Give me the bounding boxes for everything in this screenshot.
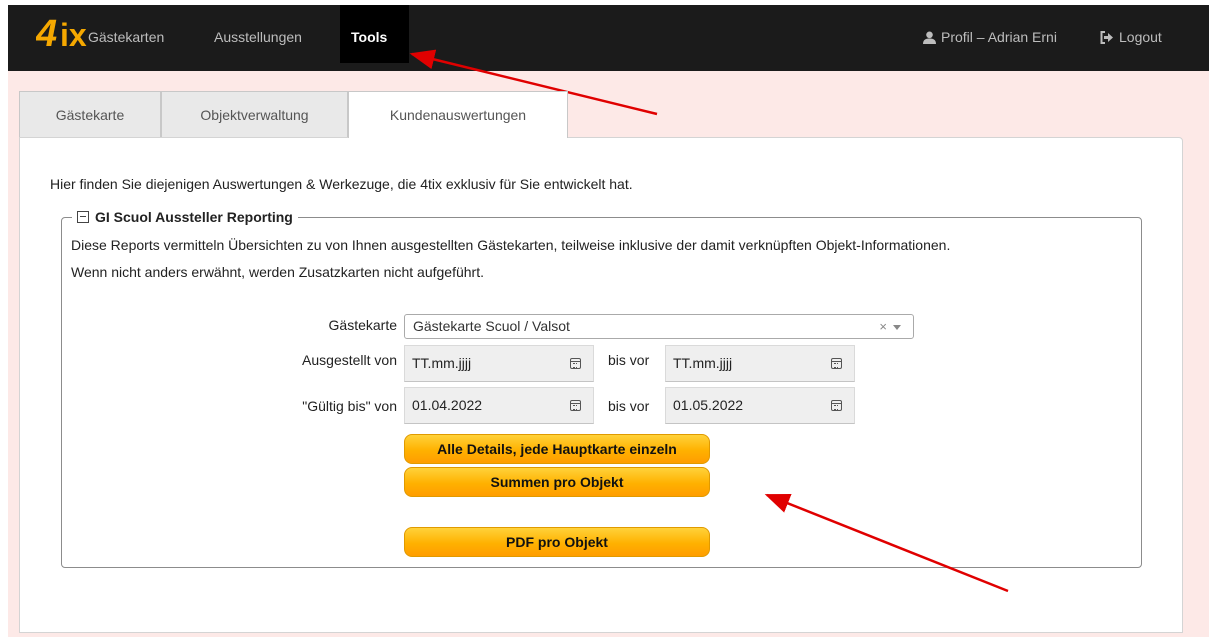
logout-link[interactable]: Logout	[1100, 25, 1162, 49]
gueltig-label: "Gültig bis" von	[302, 398, 397, 414]
gaestekarte-label: Gästekarte	[328, 317, 397, 333]
gueltig-bis-vor-label: bis vor	[608, 398, 650, 414]
details-button[interactable]: Alle Details, jede Hauptkarte einzeln	[404, 434, 710, 464]
calendar-icon[interactable]	[831, 358, 842, 369]
tab-objektverwaltung[interactable]: Objektverwaltung	[161, 91, 348, 137]
ausgestellt-from-input[interactable]: TT.mm.jjjj	[404, 345, 594, 382]
tab-gaestekarte[interactable]: Gästekarte	[19, 91, 161, 137]
gueltig-to-input[interactable]: 01.05.2022	[665, 387, 855, 424]
profile-link[interactable]: Profil – Adrian Erni	[923, 25, 1057, 49]
gueltig-from-value: 01.04.2022	[412, 397, 483, 413]
gueltig-from-input[interactable]: 01.04.2022	[404, 387, 594, 424]
logout-label: Logout	[1119, 29, 1162, 45]
profile-label: Profil – Adrian Erni	[941, 29, 1057, 45]
logout-icon	[1100, 30, 1113, 44]
clear-icon[interactable]: ×	[879, 315, 887, 338]
fieldset-legend: GI Scuol Aussteller Reporting	[72, 207, 298, 227]
nav-tools[interactable]: Tools	[340, 5, 409, 63]
ausgestellt-bis-vor-label: bis vor	[608, 352, 650, 368]
summen-button[interactable]: Summen pro Objekt	[404, 467, 710, 497]
svg-text:ix: ix	[60, 17, 87, 51]
nav-tools-label: Tools	[351, 29, 388, 45]
calendar-icon[interactable]	[570, 358, 581, 369]
section-description: Diese Reports vermitteln Übersichten zu …	[71, 237, 951, 253]
section-title: GI Scuol Aussteller Reporting	[95, 209, 293, 225]
tab-kundenauswertungen[interactable]: Kundenauswertungen	[348, 91, 568, 138]
ausgestellt-label: Ausgestellt von	[302, 352, 397, 368]
calendar-icon[interactable]	[570, 400, 581, 411]
ausgestellt-from-value: TT.mm.jjjj	[412, 355, 472, 371]
nav-ausstellungen[interactable]: Ausstellungen	[214, 25, 302, 49]
gaestekarte-value: Gästekarte Scuol / Valsot	[413, 318, 570, 334]
svg-text:4: 4	[36, 13, 57, 51]
gaestekarte-select[interactable]: Gästekarte Scuol / Valsot ×	[404, 314, 914, 339]
collapse-icon[interactable]	[77, 211, 89, 223]
ausgestellt-to-value: TT.mm.jjjj	[673, 355, 733, 371]
intro-text: Hier finden Sie diejenigen Auswertungen …	[50, 176, 633, 192]
top-navbar: 4 ix Gästekarten Ausstellungen Tools Pro…	[8, 5, 1209, 71]
section-note: Wenn nicht anders erwähnt, werden Zusatz…	[71, 264, 484, 280]
pdf-button[interactable]: PDF pro Objekt	[404, 527, 710, 557]
ausgestellt-to-input[interactable]: TT.mm.jjjj	[665, 345, 855, 382]
gueltig-to-value: 01.05.2022	[673, 397, 744, 413]
calendar-icon[interactable]	[831, 400, 842, 411]
nav-gaestekarten[interactable]: Gästekarten	[88, 25, 164, 49]
user-icon	[923, 31, 936, 44]
chevron-down-icon[interactable]	[893, 325, 901, 330]
